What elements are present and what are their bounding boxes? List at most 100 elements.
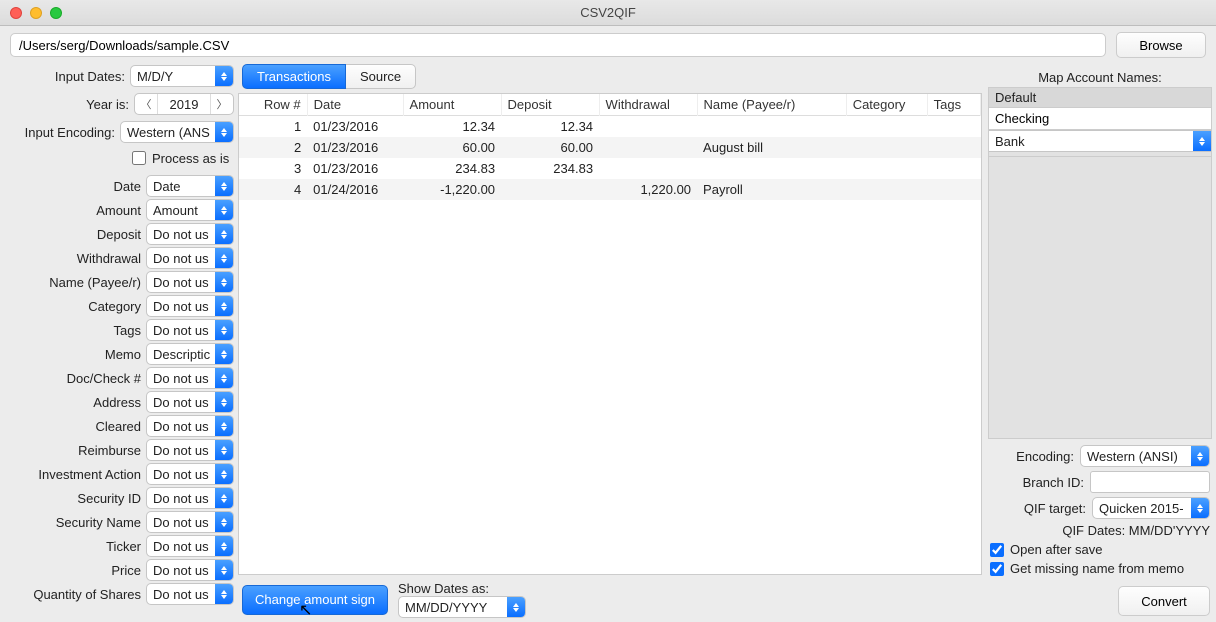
table-cell: [599, 158, 697, 179]
chevron-updown-icon: [215, 536, 233, 556]
tab-source[interactable]: Source: [346, 64, 416, 89]
qif-target-select[interactable]: Quicken 2015-: [1092, 497, 1210, 519]
minimize-window-button[interactable]: [30, 7, 42, 19]
default-label: Default: [989, 88, 1211, 108]
col-category[interactable]: Category: [846, 94, 927, 116]
chevron-updown-icon: [215, 560, 233, 580]
field-label: Quantity of Shares: [33, 587, 141, 602]
chevron-updown-icon: [215, 344, 233, 364]
chevron-updown-icon: [215, 296, 233, 316]
table-row[interactable]: 401/24/2016-1,220.001,220.00Payroll: [239, 179, 981, 200]
bank-select[interactable]: Bank: [989, 130, 1211, 152]
sidebar: Input Dates: M/D/Y Year is: 〈 2019 〉 Inp…: [4, 64, 238, 622]
field-select[interactable]: Do not us: [146, 559, 234, 581]
field-mapping-row: ReimburseDo not us: [4, 438, 234, 462]
chevron-updown-icon: [215, 224, 233, 244]
tab-transactions[interactable]: Transactions: [242, 64, 346, 89]
field-label: Cleared: [95, 419, 141, 434]
field-select[interactable]: Do not us: [146, 223, 234, 245]
table-cell: [846, 137, 927, 158]
map-account-names-title: Map Account Names:: [988, 64, 1212, 87]
process-as-is-checkbox[interactable]: [132, 151, 146, 165]
table-cell: [927, 116, 980, 137]
chevron-updown-icon: [215, 416, 233, 436]
year-stepper[interactable]: 〈 2019 〉: [134, 93, 234, 115]
field-select[interactable]: Do not us: [146, 487, 234, 509]
qif-dates-label: QIF Dates: MM/DD'YYYY: [1062, 523, 1210, 538]
field-select[interactable]: Amount: [146, 199, 234, 221]
qif-target-label: QIF target:: [1024, 501, 1086, 516]
field-label: Security ID: [77, 491, 141, 506]
table-row[interactable]: 201/23/201660.0060.00August bill: [239, 137, 981, 158]
field-select[interactable]: Descriptic: [146, 343, 234, 365]
field-label: Address: [93, 395, 141, 410]
field-select[interactable]: Do not us: [146, 367, 234, 389]
map-spacer: [988, 157, 1212, 439]
browse-button[interactable]: Browse: [1116, 32, 1206, 58]
chevron-updown-icon: [215, 488, 233, 508]
field-select[interactable]: Do not us: [146, 271, 234, 293]
chevron-updown-icon: [215, 368, 233, 388]
convert-button[interactable]: Convert: [1118, 586, 1210, 616]
field-select[interactable]: Do not us: [146, 439, 234, 461]
field-select[interactable]: Do not us: [146, 247, 234, 269]
table-cell: 60.00: [403, 137, 501, 158]
field-select[interactable]: Do not us: [146, 319, 234, 341]
field-label: Date: [114, 179, 141, 194]
out-encoding-label: Encoding:: [1016, 449, 1074, 464]
field-select[interactable]: Do not us: [146, 295, 234, 317]
branch-id-input[interactable]: [1090, 471, 1210, 493]
col-withdrawal[interactable]: Withdrawal: [599, 94, 697, 116]
field-label: Ticker: [106, 539, 141, 554]
table-cell: [599, 116, 697, 137]
table-cell: Payroll: [697, 179, 846, 200]
chevron-updown-icon: [215, 464, 233, 484]
field-mapping-row: Cleared Do not us: [4, 414, 234, 438]
col-date[interactable]: Date: [307, 94, 403, 116]
tab-bar: Transactions Source: [238, 64, 982, 89]
maximize-window-button[interactable]: [50, 7, 62, 19]
table-cell: 1,220.00: [599, 179, 697, 200]
field-select[interactable]: Do not us: [146, 463, 234, 485]
default-account-input[interactable]: [989, 108, 1211, 130]
field-label: Price: [111, 563, 141, 578]
table-cell: 12.34: [501, 116, 599, 137]
col-amount[interactable]: Amount: [403, 94, 501, 116]
table-row[interactable]: 101/23/201612.3412.34: [239, 116, 981, 137]
table-row[interactable]: 301/23/2016234.83234.83: [239, 158, 981, 179]
col-rownum[interactable]: Row #: [239, 94, 307, 116]
year-prev-button[interactable]: 〈: [135, 94, 157, 114]
col-deposit[interactable]: Deposit: [501, 94, 599, 116]
input-encoding-select[interactable]: Western (ANS: [120, 121, 234, 143]
out-encoding-select[interactable]: Western (ANSI): [1080, 445, 1210, 467]
table-cell: 60.00: [501, 137, 599, 158]
table-cell: 01/24/2016: [307, 179, 403, 200]
open-after-save-checkbox[interactable]: [990, 543, 1004, 557]
field-select[interactable]: Do not us: [146, 511, 234, 533]
field-mapping-row: Quantity of Shares Do not us: [4, 582, 234, 606]
field-mapping-row: Doc/Check #Do not us: [4, 366, 234, 390]
field-select[interactable]: Do not us: [146, 415, 234, 437]
input-dates-select[interactable]: M/D/Y: [130, 65, 234, 87]
col-tags[interactable]: Tags: [927, 94, 980, 116]
show-dates-label: Show Dates as:: [398, 581, 526, 596]
field-select[interactable]: Do not us: [146, 391, 234, 413]
field-mapping-row: Name (Payee/r) Do not us: [4, 270, 234, 294]
chevron-updown-icon: [215, 176, 233, 196]
branch-id-label: Branch ID:: [1023, 475, 1084, 490]
table-cell: [927, 158, 980, 179]
field-select[interactable]: Do not us: [146, 535, 234, 557]
year-next-button[interactable]: 〉: [211, 94, 233, 114]
show-dates-select[interactable]: MM/DD/YYYY: [398, 596, 526, 618]
field-select[interactable]: Do not us: [146, 583, 234, 605]
close-window-button[interactable]: [10, 7, 22, 19]
table-cell: -1,220.00: [403, 179, 501, 200]
field-label: Name (Payee/r): [49, 275, 141, 290]
col-name[interactable]: Name (Payee/r): [697, 94, 846, 116]
change-amount-sign-button[interactable]: Change amount sign ↖: [242, 585, 388, 615]
field-select[interactable]: Date: [146, 175, 234, 197]
chevron-updown-icon: [215, 584, 233, 604]
get-missing-name-checkbox[interactable]: [990, 562, 1004, 576]
chevron-updown-icon: [507, 597, 525, 617]
file-path-input[interactable]: [10, 33, 1106, 57]
